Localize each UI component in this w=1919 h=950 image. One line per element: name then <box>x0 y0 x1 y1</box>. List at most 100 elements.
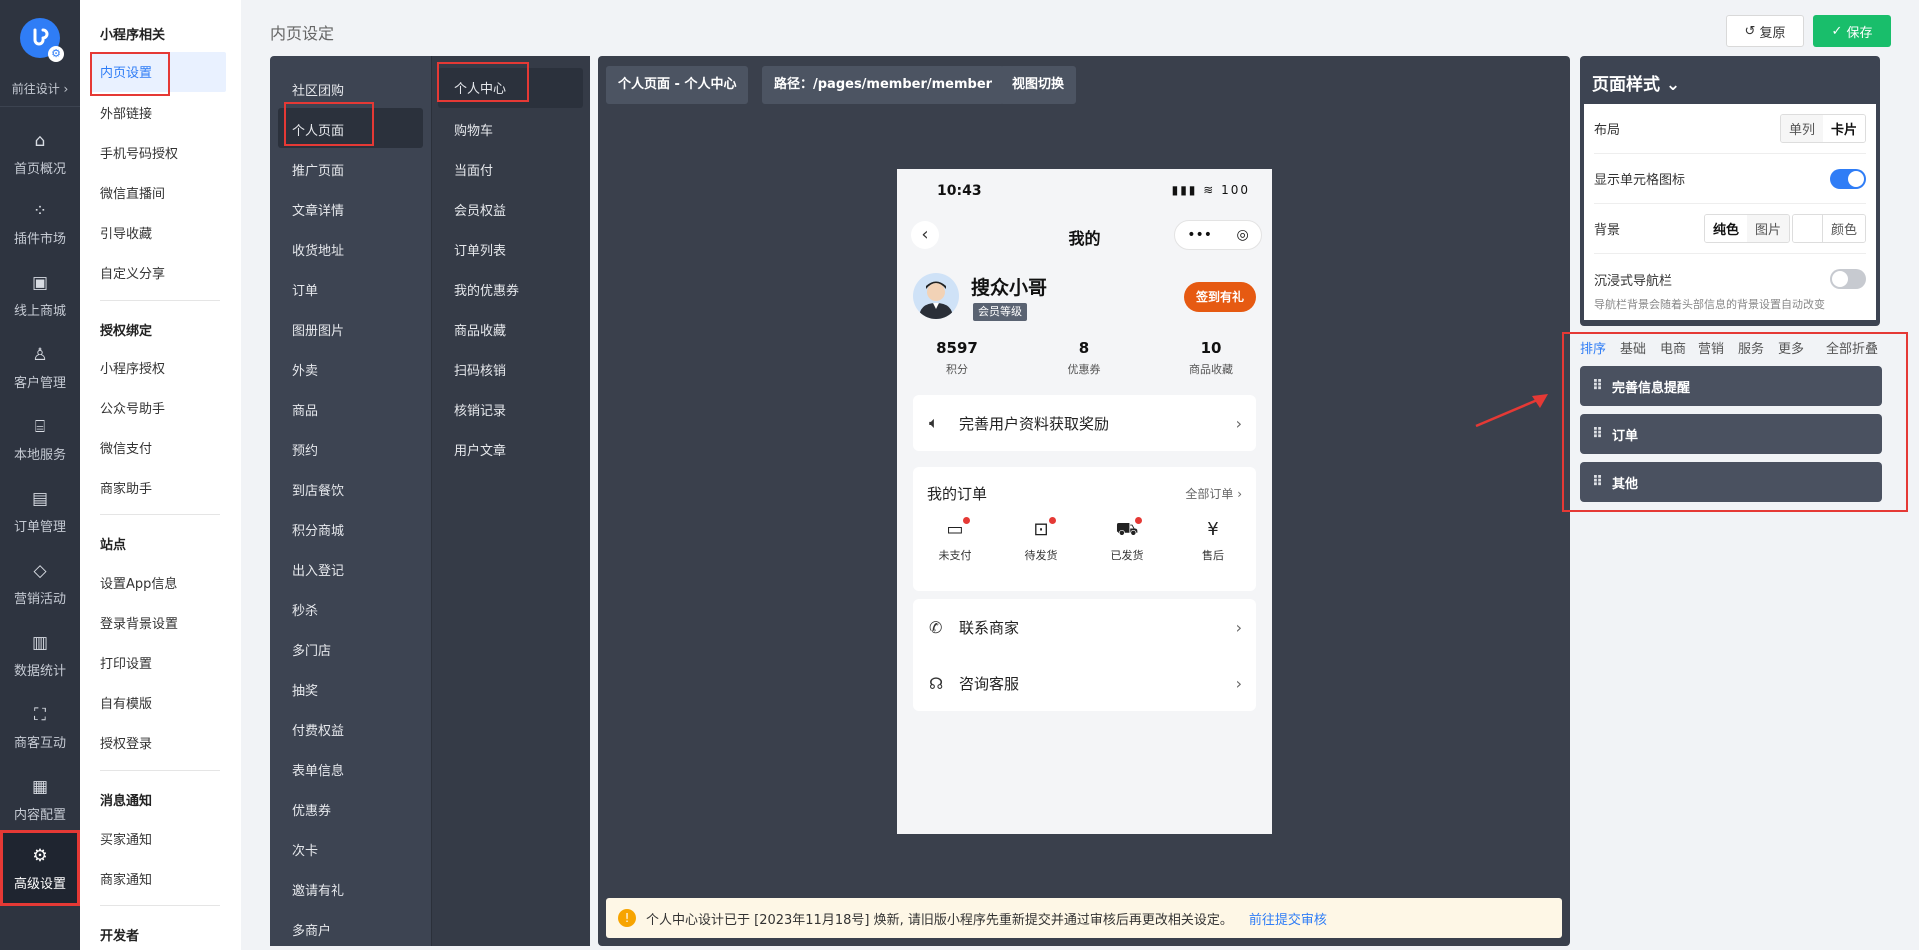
sidebar-link-live[interactable]: 微信直播间 <box>100 183 165 202</box>
stat-coupons[interactable]: 8 优惠券 <box>1034 339 1134 377</box>
page-subtype-item[interactable]: 核销记录 <box>454 388 506 419</box>
page-subtype-item[interactable]: 会员权益 <box>454 188 506 219</box>
sidebar-link-share[interactable]: 自定义分享 <box>100 263 165 282</box>
customer-service-row[interactable]: ☊ 咨询客服 › <box>913 655 1256 711</box>
page-category-item[interactable]: 秒杀 <box>292 588 318 619</box>
page-subtype-item[interactable]: 扫码核销 <box>454 348 506 379</box>
layout-card-option[interactable]: 卡片 <box>1822 115 1865 142</box>
sidebar-link-own-template[interactable]: 自有模版 <box>100 693 152 712</box>
view-switch-button[interactable]: 视图切换 <box>1000 66 1077 104</box>
profile-tip-card[interactable]: 🔈︎ 完善用户资料获取奖励 › <box>913 395 1256 451</box>
color-swatch[interactable] <box>1792 215 1823 242</box>
page-category-item[interactable]: 优惠券 <box>292 788 331 819</box>
rail-item-advanced-settings[interactable]: ⚙ 高级设置 <box>0 830 80 906</box>
rail-item-customers[interactable]: ♙ 客户管理 <box>0 332 80 402</box>
rail-item-orders[interactable]: ▤ 订单管理 <box>0 476 80 546</box>
order-to-ship[interactable]: ⊡ 待发货 <box>1011 517 1071 563</box>
app-logo[interactable]: ⚙ <box>20 18 64 62</box>
page-subtype-item[interactable]: 个人中心 <box>438 68 583 108</box>
color-picker[interactable]: 颜色 <box>1791 214 1866 243</box>
tab-more[interactable]: 更多 <box>1778 338 1804 357</box>
page-category-item[interactable]: 文章详情 <box>292 188 344 219</box>
profile-tip-row[interactable]: 🔈︎ 完善用户资料获取奖励 › <box>913 395 1256 451</box>
layout-single-option[interactable]: 单列 <box>1780 115 1823 142</box>
order-unpaid[interactable]: ▭ 未支付 <box>925 517 985 563</box>
tab-marketing[interactable]: 营销 <box>1698 338 1724 357</box>
rail-item-interaction[interactable]: ⛶ 商客互动 <box>0 692 80 762</box>
page-category-item[interactable]: 积分商城 <box>292 508 344 539</box>
bg-image-option[interactable]: 图片 <box>1746 215 1789 242</box>
page-category-item[interactable]: 商品 <box>292 388 318 419</box>
page-category-item[interactable]: 邀请有礼 <box>292 868 344 899</box>
sidebar-link-print[interactable]: 打印设置 <box>100 653 152 672</box>
page-subtype-item[interactable]: 购物车 <box>454 108 493 139</box>
all-orders-link[interactable]: 全部订单 › <box>1185 485 1242 502</box>
restore-button[interactable]: ↺ 复原 <box>1726 15 1804 47</box>
sidebar-link-external[interactable]: 外部链接 <box>100 103 152 122</box>
sidebar-link-merchant-helper[interactable]: 商家助手 <box>100 478 152 497</box>
page-category-item[interactable]: 多商户 <box>292 908 331 939</box>
page-category-item[interactable]: 多门店 <box>292 628 331 659</box>
sidebar-link-oa-helper[interactable]: 公众号助手 <box>100 398 165 417</box>
page-category-item[interactable]: 表单信息 <box>292 748 344 779</box>
tab-ecommerce[interactable]: 电商 <box>1660 338 1686 357</box>
page-subtype-item[interactable]: 我的优惠券 <box>454 268 519 299</box>
stat-points[interactable]: 8597 积分 <box>907 339 1007 377</box>
sort-item-profile-reminder[interactable]: ⠿ 完善信息提醒 <box>1580 366 1882 406</box>
rail-item-plugins[interactable]: ⁘ 插件市场 <box>0 188 80 258</box>
sidebar-link-inner-page[interactable]: 内页设置 <box>90 52 226 92</box>
drag-handle-icon[interactable]: ⠿ <box>1592 474 1603 490</box>
page-subtype-item[interactable]: 订单列表 <box>454 228 506 259</box>
go-design-link[interactable]: 前往设计 › <box>0 80 80 97</box>
page-category-item[interactable]: 外卖 <box>292 348 318 379</box>
tab-sort[interactable]: 排序 <box>1580 338 1606 357</box>
contact-merchant-row[interactable]: ✆ 联系商家 › <box>913 599 1256 655</box>
rail-item-home[interactable]: ⌂ 首页概况 <box>0 118 80 188</box>
page-subtype-item[interactable]: 用户文章 <box>454 428 506 459</box>
order-shipped[interactable]: ⛟ 已发货 <box>1097 517 1157 563</box>
page-subtype-item[interactable]: 商品收藏 <box>454 308 506 339</box>
sidebar-link-auth-login[interactable]: 授权登录 <box>100 733 152 752</box>
capsule-menu[interactable]: ••• ◎ <box>1174 220 1262 250</box>
page-subtype-item[interactable]: 当面付 <box>454 148 493 179</box>
submit-review-link[interactable]: 前往提交审核 <box>1249 909 1327 928</box>
page-category-item[interactable]: 出入登记 <box>292 548 344 579</box>
sidebar-link-login-bg[interactable]: 登录背景设置 <box>100 613 178 632</box>
page-category-item[interactable]: 图册图片 <box>292 308 344 339</box>
page-category-item[interactable]: 付费权益 <box>292 708 344 739</box>
sort-item-other[interactable]: ⠿ 其他 <box>1580 462 1882 502</box>
sidebar-link-merchant-notify[interactable]: 商家通知 <box>100 869 152 888</box>
sidebar-link-favorite[interactable]: 引导收藏 <box>100 223 152 242</box>
page-category-item[interactable]: 推广页面 <box>292 148 344 179</box>
sign-in-reward-button[interactable]: 签到有礼 <box>1184 282 1256 312</box>
close-target-icon[interactable]: ◎ <box>1237 227 1249 243</box>
drag-handle-icon[interactable]: ⠿ <box>1592 426 1603 442</box>
page-category-item[interactable]: 预约 <box>292 428 318 459</box>
immersive-nav-toggle[interactable] <box>1830 269 1866 289</box>
tab-service[interactable]: 服务 <box>1738 338 1764 357</box>
rail-item-marketing[interactable]: ◇ 营销活动 <box>0 548 80 618</box>
page-category-item[interactable]: 收货地址 <box>292 228 344 259</box>
sidebar-link-phone-auth[interactable]: 手机号码授权 <box>100 143 178 162</box>
rail-item-content[interactable]: ▦ 内容配置 <box>0 764 80 834</box>
avatar[interactable] <box>913 273 959 319</box>
rail-item-local-service[interactable]: ⌸ 本地服务 <box>0 404 80 474</box>
rail-item-statistics[interactable]: ▥ 数据统计 <box>0 620 80 690</box>
drag-handle-icon[interactable]: ⠿ <box>1592 378 1603 394</box>
order-after-sale[interactable]: ¥ 售后 <box>1183 519 1243 563</box>
save-button[interactable]: ✓ 保存 <box>1813 15 1891 47</box>
collapse-all-button[interactable]: 全部折叠 <box>1826 338 1878 357</box>
page-category-item[interactable]: 社区团购 <box>292 68 344 99</box>
sort-item-orders[interactable]: ⠿ 订单 <box>1580 414 1882 454</box>
rail-item-online-mall[interactable]: ▣ 线上商城 <box>0 260 80 330</box>
sidebar-link-wxpay[interactable]: 微信支付 <box>100 438 152 457</box>
sidebar-link-mp-auth[interactable]: 小程序授权 <box>100 358 165 377</box>
tab-basic[interactable]: 基础 <box>1620 338 1646 357</box>
page-style-title[interactable]: 页面样式 ⌄ <box>1592 70 1680 95</box>
bg-solid-option[interactable]: 纯色 <box>1704 215 1747 242</box>
show-icon-toggle[interactable] <box>1830 168 1866 189</box>
page-category-item[interactable]: 到店餐饮 <box>292 468 344 499</box>
page-category-item[interactable]: 订单 <box>292 268 318 299</box>
sidebar-link-buyer-notify[interactable]: 买家通知 <box>100 829 152 848</box>
page-category-item[interactable]: 次卡 <box>292 828 318 859</box>
